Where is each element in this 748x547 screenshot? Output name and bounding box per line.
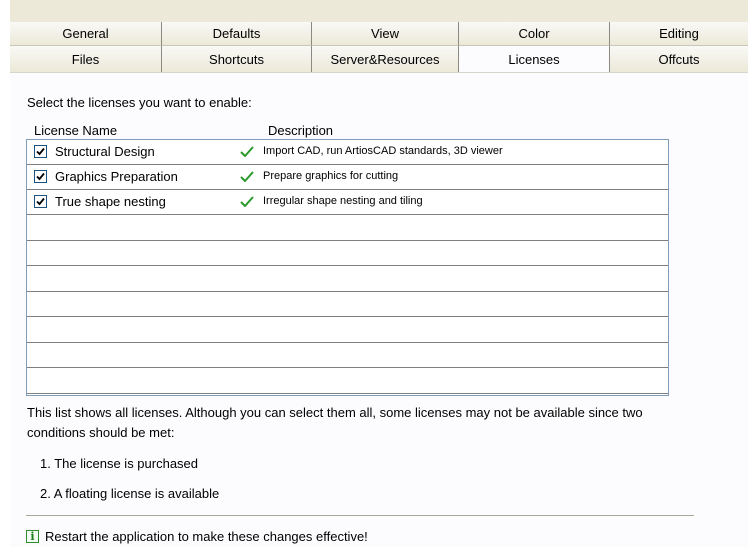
empty-row (27, 317, 668, 343)
info-icon: i (26, 530, 39, 543)
condition-purchased: 1. The license is purchased (40, 456, 199, 471)
license-row[interactable]: Graphics Preparation Prepare graphics fo… (27, 165, 668, 190)
tab-bar: General Defaults View Color Editing File… (10, 0, 748, 72)
license-checkbox[interactable] (34, 195, 47, 208)
tab-general[interactable]: General (10, 22, 162, 46)
license-row[interactable]: Structural Design Import CAD, run Artios… (27, 140, 668, 165)
license-list[interactable]: Structural Design Import CAD, run Artios… (26, 139, 669, 396)
available-check-icon (240, 196, 254, 207)
tab-row-1: General Defaults View Color Editing (10, 22, 748, 46)
empty-row (27, 292, 668, 317)
license-name: True shape nesting (55, 194, 166, 209)
empty-row (27, 343, 668, 368)
checkmark-icon (36, 197, 45, 206)
checkmark-icon (36, 172, 45, 181)
tab-view[interactable]: View (312, 22, 459, 46)
separator (26, 515, 694, 516)
tab-row-2: Files Shortcuts Server&Resources License… (10, 46, 748, 72)
condition-floating: 2. A floating license is available (40, 486, 220, 501)
tab-licenses[interactable]: Licenses (459, 46, 610, 72)
license-description: Import CAD, run ArtiosCAD standards, 3D … (263, 145, 503, 157)
checkmark-icon (36, 147, 45, 156)
tab-offcuts[interactable]: Offcuts (610, 46, 748, 72)
tab-server-resources[interactable]: Server&Resources (312, 46, 459, 72)
restart-text: Restart the application to make these ch… (45, 529, 368, 544)
info-text: This list shows all licenses. Although y… (27, 405, 643, 440)
tab-files[interactable]: Files (10, 46, 162, 72)
license-name: Graphics Preparation (55, 169, 178, 184)
tab-defaults[interactable]: Defaults (162, 22, 312, 46)
tab-editing[interactable]: Editing (610, 22, 748, 46)
available-check-icon (240, 171, 254, 182)
column-header-description[interactable]: Description (268, 123, 333, 138)
empty-row (27, 215, 668, 241)
license-description: Prepare graphics for cutting (263, 170, 399, 182)
license-checkbox[interactable] (34, 170, 47, 183)
empty-row (27, 368, 668, 394)
empty-row (27, 241, 668, 266)
restart-notice: i Restart the application to make these … (26, 529, 368, 544)
license-name: Structural Design (55, 144, 155, 159)
empty-row (27, 266, 668, 292)
licenses-panel: Select the licenses you want to enable: … (10, 72, 748, 547)
license-description: Irregular shape nesting and tiling (263, 195, 423, 207)
tab-color[interactable]: Color (459, 22, 610, 46)
license-row[interactable]: True shape nesting Irregular shape nesti… (27, 190, 668, 215)
instruction-text: Select the licenses you want to enable: (27, 95, 252, 110)
tab-shortcuts[interactable]: Shortcuts (162, 46, 312, 72)
column-header-license-name[interactable]: License Name (34, 123, 117, 138)
license-checkbox[interactable] (34, 145, 47, 158)
available-check-icon (240, 146, 254, 157)
